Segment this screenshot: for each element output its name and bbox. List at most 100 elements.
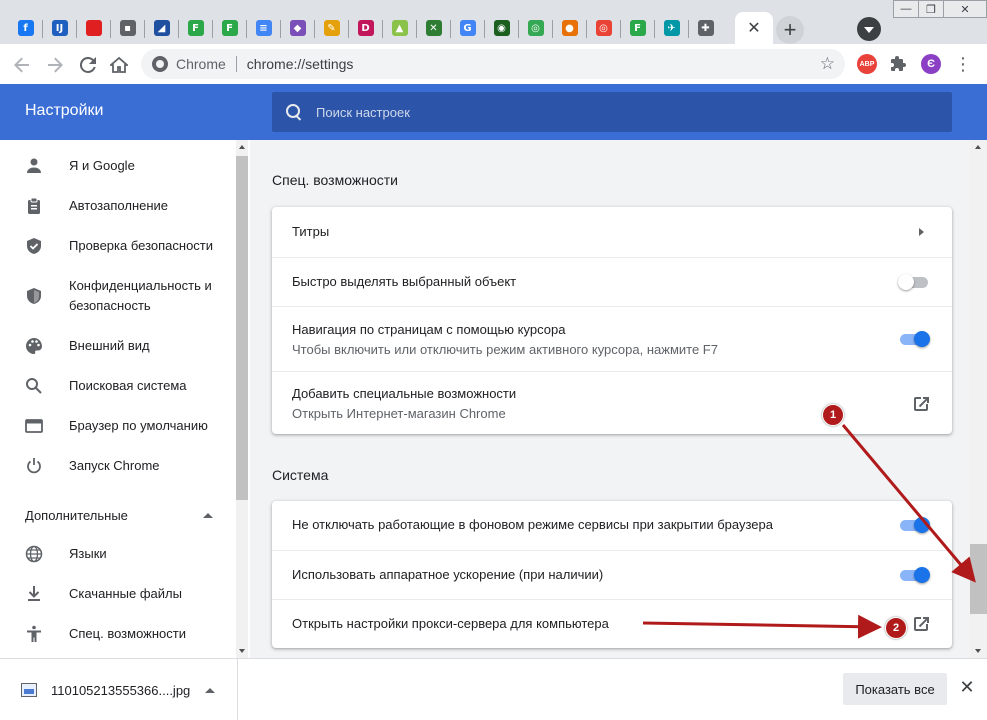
collapse-caret-icon <box>203 513 213 518</box>
system-card: Не отключать работающие в фоновом режиме… <box>272 501 952 648</box>
sidebar-item[interactable]: Автозаполнение <box>0 196 236 216</box>
address-bar[interactable]: Chrome chrome://settings ☆ <box>141 49 845 79</box>
browser-tab[interactable]: f <box>9 12 42 44</box>
browser-tab[interactable]: ✕ <box>417 12 450 44</box>
browser-tab[interactable]: ◎ <box>587 12 620 44</box>
sidebar-item-label: Языки <box>69 546 107 561</box>
browser-tab[interactable]: ≡ <box>247 12 280 44</box>
download-options-caret-icon[interactable] <box>205 687 215 693</box>
profile-avatar[interactable]: Є <box>921 54 941 74</box>
browser-tab[interactable]: IJ <box>43 12 76 44</box>
main-scroll-thumb[interactable] <box>970 544 987 614</box>
download-item[interactable]: 110105213555366....jpg <box>0 659 238 720</box>
facebook-icon: f <box>17 20 34 36</box>
url-text[interactable]: chrome://settings <box>247 56 354 72</box>
shield-icon <box>24 286 44 306</box>
sidebar-item[interactable]: Спец. возможности <box>0 624 236 644</box>
browser-tab[interactable]: F <box>179 12 212 44</box>
back-button[interactable] <box>11 54 33 76</box>
minimize-button[interactable]: — <box>893 0 919 18</box>
active-tab[interactable]: ✕ <box>735 12 773 44</box>
browser-tab[interactable]: ✎ <box>315 12 348 44</box>
chrome-menu-icon[interactable]: ⋮ <box>953 54 973 74</box>
search-icon <box>286 104 302 120</box>
sidebar-advanced-toggle[interactable]: Дополнительные <box>25 508 215 523</box>
browser-icon <box>24 416 44 436</box>
close-download-bar-icon[interactable]: ✕ <box>958 677 976 697</box>
home-button[interactable] <box>108 54 130 76</box>
browser-tab[interactable]: F <box>621 12 654 44</box>
settings-sidebar: Я и Google Автозаполнение Проверка безопас… <box>0 140 250 658</box>
sidebar-scroll-thumb[interactable] <box>236 156 248 500</box>
f-green-icon: F <box>221 20 238 36</box>
sidebar-item-label: Проверка безопасности <box>69 238 214 253</box>
plane-icon: ✈ <box>663 20 680 36</box>
google-icon: G <box>459 20 476 36</box>
sidebar-item[interactable]: Конфиденциальность и безопасность <box>0 276 236 316</box>
red-flag-icon <box>85 20 102 36</box>
sidebar-item[interactable]: Скачанные файлы <box>0 584 236 604</box>
open-external-icon[interactable] <box>912 395 930 413</box>
toggle-caret-browsing[interactable] <box>898 331 930 347</box>
tab-search-button[interactable] <box>857 17 881 41</box>
browser-tab[interactable]: ◆ <box>281 12 314 44</box>
download-file-name: 110105213555366....jpg <box>51 682 191 698</box>
main-scrollbar[interactable] <box>970 140 987 658</box>
sidebar-item[interactable]: Проверка безопасности <box>0 236 236 256</box>
section-title-system: Система <box>272 467 329 483</box>
forward-arrow-icon <box>48 57 63 73</box>
browser-tab[interactable]: ✚ <box>689 12 722 44</box>
folder-icon: ▪ <box>119 20 136 36</box>
chart-icon: ◢ <box>153 20 170 36</box>
orange-circle-icon: ● <box>561 20 578 36</box>
bookmark-star-icon[interactable]: ☆ <box>820 54 835 74</box>
close-tab-icon[interactable]: ✕ <box>747 18 760 38</box>
browser-tab[interactable]: ◢ <box>145 12 178 44</box>
tab-strip: f IJ ▪ ◢ F F ≡ ◆ ✎ D ▲ ✕ G ◉ ◎ ● ◎ F ✈ ✚ ✕ + — ❐ ✕ <box>0 0 987 44</box>
reload-button[interactable] <box>77 54 99 76</box>
settings-search-input[interactable]: Поиск настроек <box>272 92 952 132</box>
person-icon <box>24 156 44 176</box>
toggle-background-apps[interactable] <box>898 517 930 533</box>
row-proxy-settings[interactable]: Открыть настройки прокси-сервера для ком… <box>272 599 952 648</box>
globe-icon <box>24 544 44 564</box>
close-window-button[interactable]: ✕ <box>943 0 987 18</box>
browser-tab[interactable]: ✈ <box>655 12 688 44</box>
extensions-puzzle-icon[interactable] <box>889 54 909 74</box>
show-all-downloads-button[interactable]: Показать все <box>843 673 947 705</box>
browser-tab[interactable]: ● <box>553 12 586 44</box>
browser-tab[interactable]: F <box>213 12 246 44</box>
row-background-apps: Не отключать работающие в фоновом режиме… <box>272 501 952 550</box>
browser-tab[interactable]: ▲ <box>383 12 416 44</box>
toggle-hardware-acceleration[interactable] <box>898 567 930 583</box>
adblock-plus-icon[interactable]: ABP <box>857 54 877 74</box>
browser-tab[interactable]: ◎ <box>519 12 552 44</box>
sidebar-item[interactable]: Языки <box>0 544 236 564</box>
annotation-badge-1: 1 <box>822 404 844 426</box>
new-tab-button[interactable]: + <box>776 16 804 44</box>
forward-button[interactable] <box>44 54 66 76</box>
sidebar-item[interactable]: Запуск Chrome <box>0 456 236 476</box>
sidebar-item[interactable]: Я и Google <box>0 156 236 176</box>
settings-header: Настройки Поиск настроек <box>0 84 987 140</box>
sidebar-item[interactable]: Внешний вид <box>0 336 236 356</box>
browser-tab[interactable]: ◉ <box>485 12 518 44</box>
sidebar-item[interactable]: Браузер по умолчанию <box>0 416 236 436</box>
browser-tab[interactable]: D <box>349 12 382 44</box>
chrome-site-icon <box>152 56 168 72</box>
site-label: Chrome <box>176 56 226 72</box>
f-green-icon: F <box>629 20 646 36</box>
browser-tab[interactable] <box>77 12 110 44</box>
sidebar-item[interactable]: Поисковая система <box>0 376 236 396</box>
d-icon: D <box>357 20 374 36</box>
row-captions[interactable]: Титры <box>272 207 952 257</box>
browser-tab[interactable]: G <box>451 12 484 44</box>
row-add-accessibility[interactable]: Добавить специальные возможности Открыть… <box>272 371 952 434</box>
open-external-icon[interactable] <box>912 615 930 633</box>
maximize-button[interactable]: ❐ <box>918 0 944 18</box>
palette-icon <box>24 336 44 356</box>
browser-tab[interactable]: ▪ <box>111 12 144 44</box>
row-hardware-acceleration: Использовать аппаратное ускорение (при н… <box>272 550 952 599</box>
sidebar-scrollbar[interactable] <box>236 140 248 658</box>
toggle-focus-highlight[interactable] <box>898 274 930 290</box>
